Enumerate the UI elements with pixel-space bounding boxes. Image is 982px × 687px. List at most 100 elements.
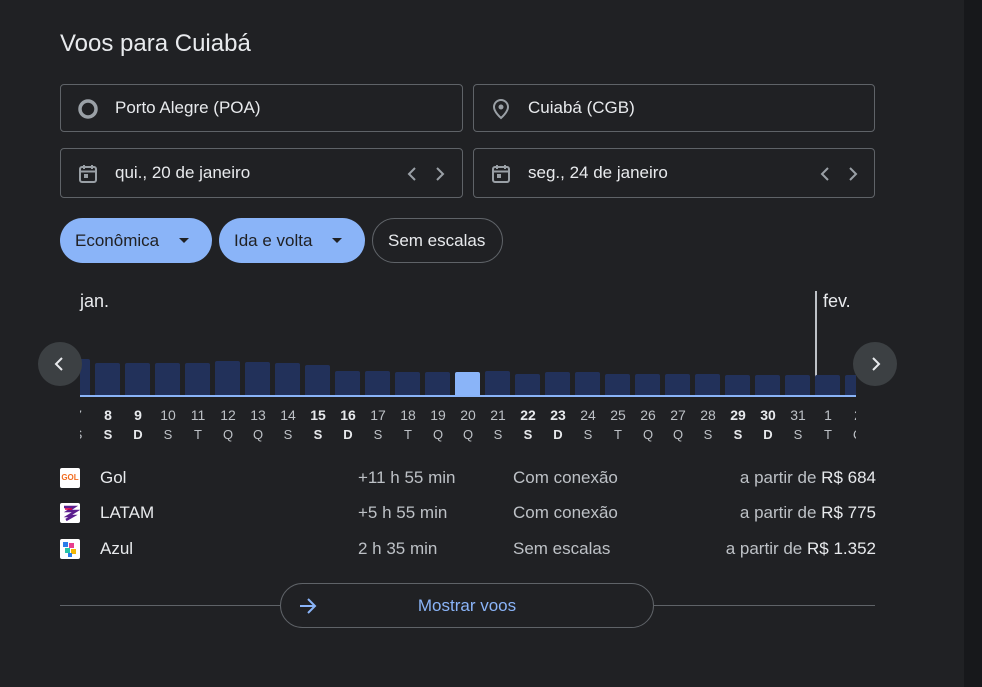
return-date-field[interactable]: seg., 24 de janeiro — [473, 148, 875, 198]
show-flights-label: Mostrar voos — [417, 596, 517, 615]
price-bar[interactable] — [155, 363, 180, 395]
price-bar[interactable] — [725, 375, 750, 395]
day-number[interactable]: 29 — [723, 407, 753, 423]
weekday-letter: S — [313, 427, 323, 442]
price-bar[interactable] — [575, 372, 600, 395]
day-number[interactable]: 2 — [843, 407, 856, 423]
day-number[interactable]: 21 — [483, 407, 513, 423]
day-number[interactable]: 15 — [303, 407, 333, 423]
airline-row[interactable]: LATAM +5 h 55 min Com conexão a partir d… — [60, 501, 876, 525]
day-number[interactable]: 7 — [80, 407, 93, 423]
day-number[interactable]: 14 — [273, 407, 303, 423]
day-number[interactable]: 23 — [543, 407, 573, 423]
day-number[interactable]: 11 — [183, 407, 213, 423]
price-bar[interactable] — [665, 374, 690, 395]
weekday-letter: Q — [462, 427, 474, 442]
price-bar[interactable] — [95, 363, 120, 395]
day-number[interactable]: 18 — [393, 407, 423, 423]
dropdown-caret-icon — [179, 238, 189, 243]
day-number[interactable]: 1 — [813, 407, 843, 423]
nonstop-filter-chip[interactable]: Sem escalas — [372, 218, 503, 263]
price-bar[interactable] — [365, 371, 390, 395]
flight-duration: +5 h 55 min — [358, 503, 448, 522]
weekday-letter: D — [133, 427, 143, 442]
chevron-right-icon[interactable] — [842, 164, 862, 184]
price-bar[interactable] — [395, 372, 420, 395]
day-number[interactable]: 27 — [663, 407, 693, 423]
weekday-letter: S — [493, 427, 503, 442]
price-bar[interactable] — [125, 363, 150, 395]
graph-baseline — [80, 395, 856, 397]
day-number[interactable]: 9 — [123, 407, 153, 423]
price-bar[interactable] — [335, 371, 360, 395]
price-prefix: a partir de — [739, 503, 817, 522]
day-number[interactable]: 28 — [693, 407, 723, 423]
price-value: R$ 684 — [821, 468, 876, 487]
price-bar[interactable] — [425, 372, 450, 395]
price-graph[interactable]: 7S8S9D10S11T12Q13Q14S15S16D17S18T19Q20Q2… — [80, 291, 856, 451]
price-bar[interactable] — [815, 375, 840, 395]
day-number[interactable]: 13 — [243, 407, 273, 423]
price-bar[interactable] — [845, 375, 856, 395]
price-bar[interactable] — [605, 374, 630, 395]
price-bar[interactable] — [515, 374, 540, 395]
weekday-letter: T — [824, 427, 832, 442]
weekday-letter: S — [163, 427, 173, 442]
cabin-class-dropdown[interactable]: Econômica — [60, 218, 212, 263]
day-number[interactable]: 25 — [603, 407, 633, 423]
price-bar[interactable] — [455, 372, 480, 395]
price-bar[interactable] — [545, 372, 570, 395]
airline-name: Azul — [100, 539, 134, 558]
price-bar[interactable] — [755, 375, 780, 395]
weekday-letter: T — [614, 427, 622, 442]
chevron-left-icon[interactable] — [403, 164, 423, 184]
depart-date-field[interactable]: qui., 20 de janeiro — [60, 148, 463, 198]
price-bar[interactable] — [485, 371, 510, 395]
calendar-icon — [492, 165, 510, 183]
page-title: Voos para Cuiabá — [60, 30, 251, 57]
price-bar[interactable] — [275, 363, 300, 395]
day-number[interactable]: 26 — [633, 407, 663, 423]
flight-stops: Com conexão — [513, 468, 618, 487]
day-number[interactable]: 16 — [333, 407, 363, 423]
airline-row[interactable]: GOL Gol +11 h 55 min Com conexão a parti… — [60, 466, 876, 490]
origin-field[interactable]: Porto Alegre (POA) — [60, 84, 463, 132]
flight-price: a partir de R$ 775 — [740, 503, 876, 523]
weekday-letter: S — [80, 427, 93, 442]
show-flights-button[interactable]: Mostrar voos — [280, 583, 654, 628]
chevron-left-icon[interactable] — [816, 164, 836, 184]
price-bar[interactable] — [185, 363, 210, 395]
day-number[interactable]: 8 — [93, 407, 123, 423]
day-number[interactable]: 24 — [573, 407, 603, 423]
weekday-letter: Q — [642, 427, 654, 442]
airline-row[interactable]: Azul 2 h 35 min Sem escalas a partir de … — [60, 537, 876, 561]
day-number[interactable]: 17 — [363, 407, 393, 423]
day-number[interactable]: 20 — [453, 407, 483, 423]
weekday-letter: S — [583, 427, 593, 442]
destination-value: Cuiabá (CGB) — [528, 98, 635, 117]
destination-field[interactable]: Cuiabá (CGB) — [473, 84, 875, 132]
day-number[interactable]: 31 — [783, 407, 813, 423]
day-number[interactable]: 12 — [213, 407, 243, 423]
day-number[interactable]: 22 — [513, 407, 543, 423]
price-bar[interactable] — [635, 374, 660, 395]
price-bar[interactable] — [785, 375, 810, 395]
cabin-class-label: Econômica — [75, 230, 160, 250]
weekday-letter: Q — [672, 427, 684, 442]
graph-prev-button[interactable] — [38, 342, 82, 386]
day-number[interactable]: 10 — [153, 407, 183, 423]
day-number[interactable]: 30 — [753, 407, 783, 423]
day-number[interactable]: 19 — [423, 407, 453, 423]
calendar-icon — [79, 165, 97, 183]
price-bar[interactable] — [245, 362, 270, 395]
price-bar[interactable] — [215, 361, 240, 395]
price-bar[interactable] — [695, 374, 720, 395]
chevron-right-icon — [872, 357, 881, 371]
trip-type-dropdown[interactable]: Ida e volta — [219, 218, 365, 263]
scrollbar-track[interactable] — [964, 0, 982, 687]
chevron-right-icon[interactable] — [429, 164, 449, 184]
azul-logo-icon — [63, 542, 76, 557]
price-bar[interactable] — [305, 365, 330, 395]
graph-next-button[interactable] — [853, 342, 897, 386]
weekday-letter: Q — [252, 427, 264, 442]
